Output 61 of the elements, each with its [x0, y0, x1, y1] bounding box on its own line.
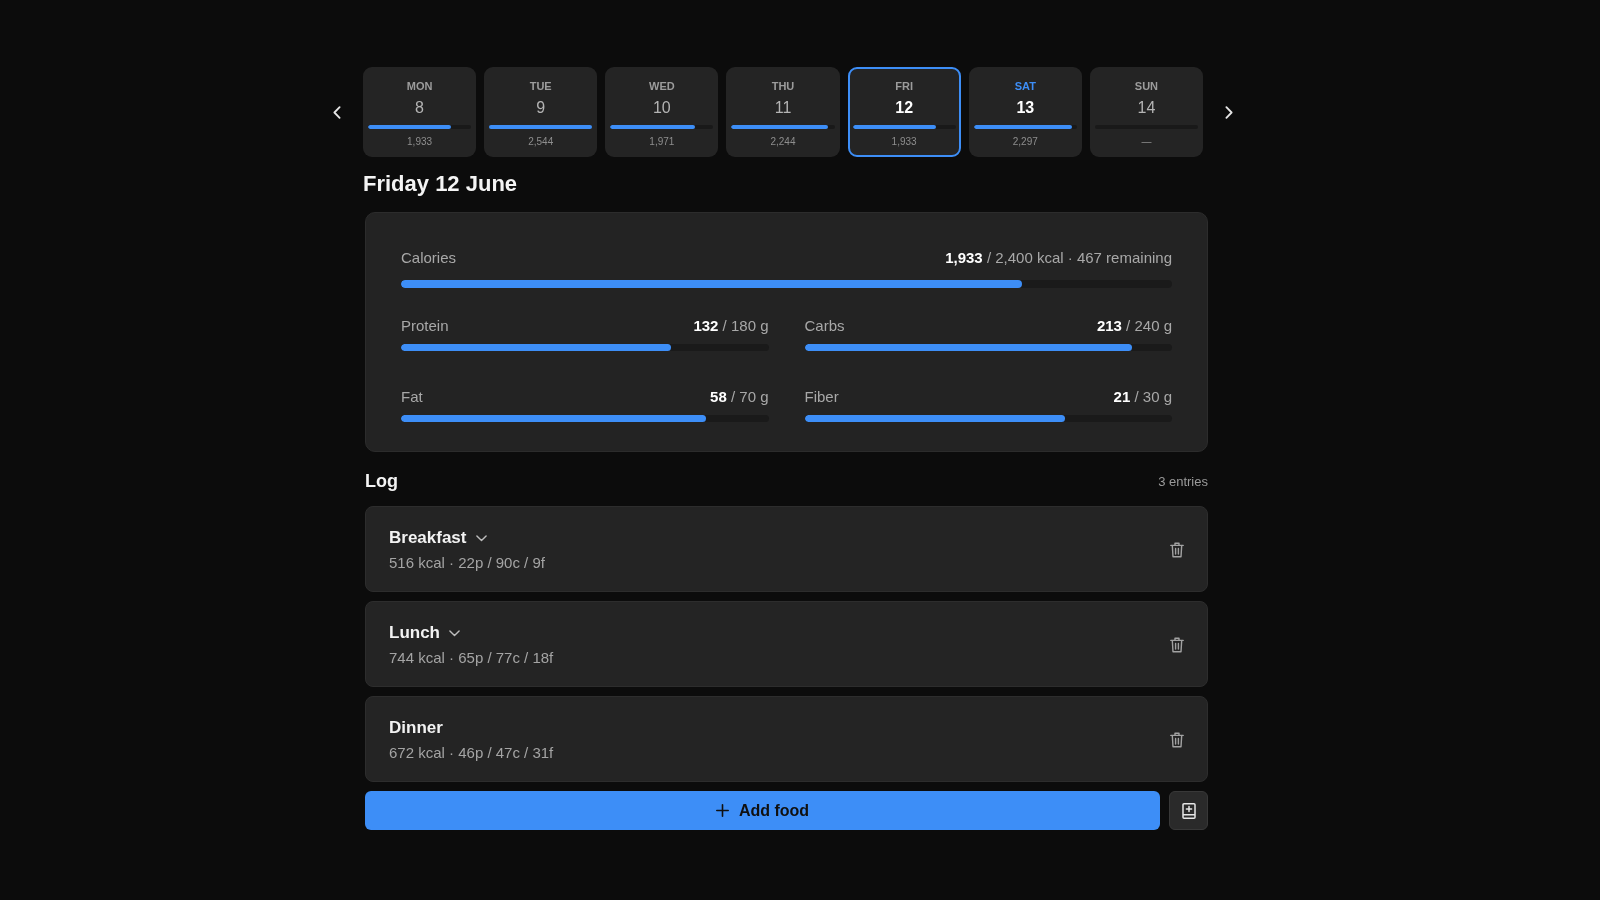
day-card[interactable]: MON 8 1,933 [363, 67, 477, 157]
chevron-down-icon[interactable] [449, 629, 460, 637]
weekday-label: WED [649, 79, 675, 93]
weekday-label: SUN [1134, 79, 1159, 93]
metric-label: Fiber [804, 387, 839, 405]
calorie-count: 1,933 [407, 135, 433, 149]
trash-icon [1170, 732, 1184, 748]
date-number: 9 [536, 98, 546, 118]
entry-title: Dinner [389, 718, 443, 738]
metric-label: Carbs [804, 316, 845, 334]
entry-summary: 744 kcal · 65p / 77c / 18f [389, 648, 554, 668]
day-card[interactable]: WED 10 1,971 [605, 67, 719, 157]
metric-value: 58 / 70 g [710, 387, 769, 405]
metric-value: 132 / 180 g [693, 316, 769, 334]
date-number: 8 [415, 98, 424, 118]
chevron-down-icon[interactable] [475, 534, 487, 542]
entry-summary: 516 kcal · 22p / 90c / 9f [389, 553, 545, 573]
date-number: 12 [895, 98, 914, 118]
metric-value: 213 / 240 g [1096, 316, 1172, 334]
day-card[interactable]: FRI 12 1,933 [847, 67, 961, 157]
metric-label: Fat [401, 387, 423, 405]
trash-icon [1170, 542, 1184, 558]
calorie-count: — [1141, 135, 1152, 149]
day-card[interactable]: THU 11 2,244 [726, 67, 840, 157]
weekday-label: FRI [895, 79, 913, 93]
trash-icon [1170, 637, 1184, 653]
metric-label: Calories [401, 248, 457, 266]
chevron-left-icon [333, 105, 341, 119]
plus-icon [715, 804, 729, 817]
metric-label: Protein [401, 316, 449, 334]
calorie-count: 1,971 [649, 135, 675, 149]
section-title: Log [365, 470, 398, 492]
delete-button[interactable] [1170, 637, 1184, 653]
notebook-plus-icon [1181, 802, 1196, 819]
day-card[interactable]: SAT 13 2,297 [968, 67, 1082, 157]
add-food-button[interactable]: Add food [365, 791, 1160, 830]
date-number: 14 [1137, 98, 1156, 118]
weekday-label: TUE [529, 79, 552, 93]
date-number: 10 [652, 98, 671, 118]
date-number: 11 [774, 98, 792, 118]
metric-value: 21 / 30 g [1113, 387, 1172, 405]
day-card[interactable]: SUN 14 — [1089, 67, 1203, 157]
weekday-label: MON [406, 79, 433, 93]
day-card[interactable]: TUE 9 2,544 [484, 67, 598, 157]
weekday-label: THU [771, 79, 795, 93]
entry-count: 3 entries [1158, 473, 1208, 489]
chevron-right-icon [1225, 105, 1233, 119]
metric-value: 1,933 / 2,400 kcal · 467 remaining [945, 248, 1172, 266]
notebook-button[interactable] [1169, 791, 1208, 830]
entry-summary: 672 kcal · 46p / 47c / 31f [389, 743, 554, 763]
entry-title: Breakfast [389, 528, 467, 548]
delete-button[interactable] [1170, 732, 1184, 748]
page-title: Friday 12 June [363, 170, 518, 198]
calorie-count: 1,933 [891, 135, 917, 149]
calorie-count: 2,244 [770, 135, 796, 149]
date-number: 13 [1016, 98, 1035, 118]
calorie-count: 2,544 [528, 135, 554, 149]
entry-title: Lunch [389, 623, 440, 643]
weekday-label: SAT [1014, 79, 1036, 93]
calorie-count: 2,297 [1012, 135, 1038, 149]
delete-button[interactable] [1170, 542, 1184, 558]
